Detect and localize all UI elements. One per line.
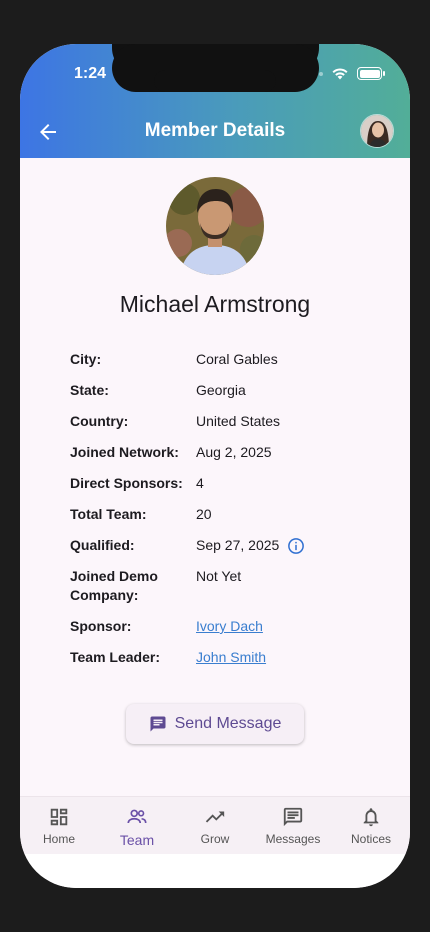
- nav-label: Home: [42, 832, 75, 846]
- message-icon: [150, 716, 166, 732]
- phone-screen: 1:24 Member Details Michael Armstrong Ci…: [20, 44, 410, 888]
- nav-item-team[interactable]: Team: [98, 797, 176, 854]
- detail-label: Sponsor:: [70, 618, 132, 634]
- detail-value: Georgia: [196, 382, 246, 398]
- detail-row-city: City: Coral Gables: [70, 350, 370, 369]
- app-header: 1:24 Member Details: [20, 44, 410, 158]
- detail-value: Ivory Dach: [196, 617, 263, 636]
- nav-label: Messages: [265, 832, 321, 846]
- detail-value: 20: [196, 506, 212, 522]
- detail-value: 4: [196, 475, 204, 491]
- detail-label: State:: [70, 382, 109, 398]
- detail-label: Joined Network:: [70, 444, 179, 460]
- member-name: Michael Armstrong: [119, 291, 311, 317]
- sponsor-link[interactable]: Ivory Dach: [196, 617, 263, 636]
- detail-value: United States: [196, 413, 281, 429]
- detail-value: Not Yet: [196, 568, 242, 584]
- member-photo: [166, 177, 264, 275]
- chat-icon: [283, 807, 303, 827]
- detail-row-team-leader: Team Leader: John Smith: [70, 648, 370, 667]
- detail-label: Joined Demo Company:: [70, 568, 158, 603]
- bell-icon: [363, 808, 379, 827]
- battery-icon: [357, 67, 385, 80]
- nav-item-notices[interactable]: Notices: [332, 797, 410, 854]
- detail-row-total-team: Total Team: 20: [70, 505, 370, 524]
- user-avatar[interactable]: [360, 114, 394, 148]
- dashboard-icon: [50, 808, 68, 826]
- detail-row-country: Country: United States: [70, 412, 370, 431]
- wifi-icon: [332, 68, 348, 80]
- detail-label: Direct Sponsors:: [70, 475, 183, 491]
- trending-up-icon: [205, 811, 225, 823]
- detail-label: City:: [70, 351, 102, 367]
- nav-label: Team: [119, 832, 155, 848]
- send-message-label: Send Message: [174, 715, 282, 732]
- detail-label: Team Leader:: [70, 649, 160, 665]
- page-title: Member Details: [144, 120, 286, 141]
- nav-label: Notices: [350, 832, 391, 846]
- nav-item-grow[interactable]: Grow: [176, 797, 254, 854]
- detail-row-joined-network: Joined Network: Aug 2, 2025: [70, 443, 370, 462]
- nav-item-messages[interactable]: Messages: [254, 797, 332, 854]
- bottom-navigation: Home Team Grow Messages Notices: [20, 796, 410, 854]
- member-details: City: Coral Gables State: Georgia Countr…: [70, 350, 370, 667]
- detail-label: Total Team:: [70, 506, 147, 522]
- detail-label: Qualified:: [70, 537, 135, 553]
- detail-row-qualified: Qualified: Sep 27, 2025: [70, 536, 370, 555]
- detail-value: John Smith: [196, 648, 266, 667]
- detail-value: Coral Gables: [196, 351, 278, 367]
- detail-row-joined-demo-company: Joined Demo Company: Not Yet: [70, 567, 370, 605]
- qualified-date: Sep 27, 2025: [196, 537, 280, 553]
- detail-row-direct-sponsors: Direct Sponsors: 4: [70, 474, 370, 493]
- nav-item-home[interactable]: Home: [20, 797, 98, 854]
- detail-value: Sep 27, 2025: [196, 536, 305, 555]
- people-icon: [127, 809, 147, 824]
- detail-row-sponsor: Sponsor: Ivory Dach: [70, 617, 370, 636]
- detail-row-state: State: Georgia: [70, 381, 370, 400]
- nav-label: Grow: [200, 832, 230, 846]
- send-message-button[interactable]: Send Message: [126, 704, 304, 744]
- status-time: 1:24: [74, 65, 107, 82]
- detail-label: Country:: [70, 413, 129, 429]
- team-leader-link[interactable]: John Smith: [196, 648, 266, 667]
- info-icon[interactable]: [287, 537, 305, 555]
- home-indicator-area: [20, 854, 410, 888]
- dynamic-island: [154, 70, 276, 92]
- detail-value: Aug 2, 2025: [196, 444, 272, 460]
